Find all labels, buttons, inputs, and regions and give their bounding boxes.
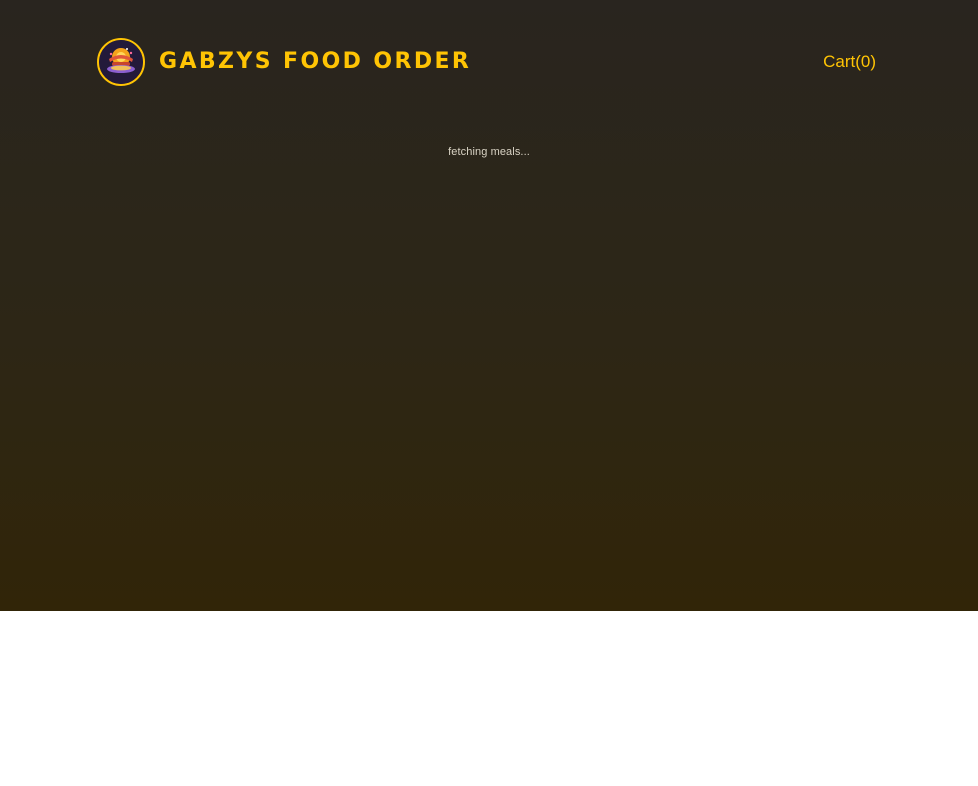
cart-button[interactable]: Cart(0) xyxy=(823,53,876,70)
logo-graphic xyxy=(99,40,143,84)
header-nav: Cart(0) xyxy=(823,53,876,72)
main-header: GABZYS FOOD ORDER Cart(0) xyxy=(97,36,876,88)
app-title: GABZYS FOOD ORDER xyxy=(159,49,472,74)
loading-status-text: fetching meals... xyxy=(448,146,530,158)
app-container: GABZYS FOOD ORDER Cart(0) fetching meals… xyxy=(0,0,978,611)
food-plate-logo-icon xyxy=(97,38,145,86)
brand: GABZYS FOOD ORDER xyxy=(97,38,471,86)
